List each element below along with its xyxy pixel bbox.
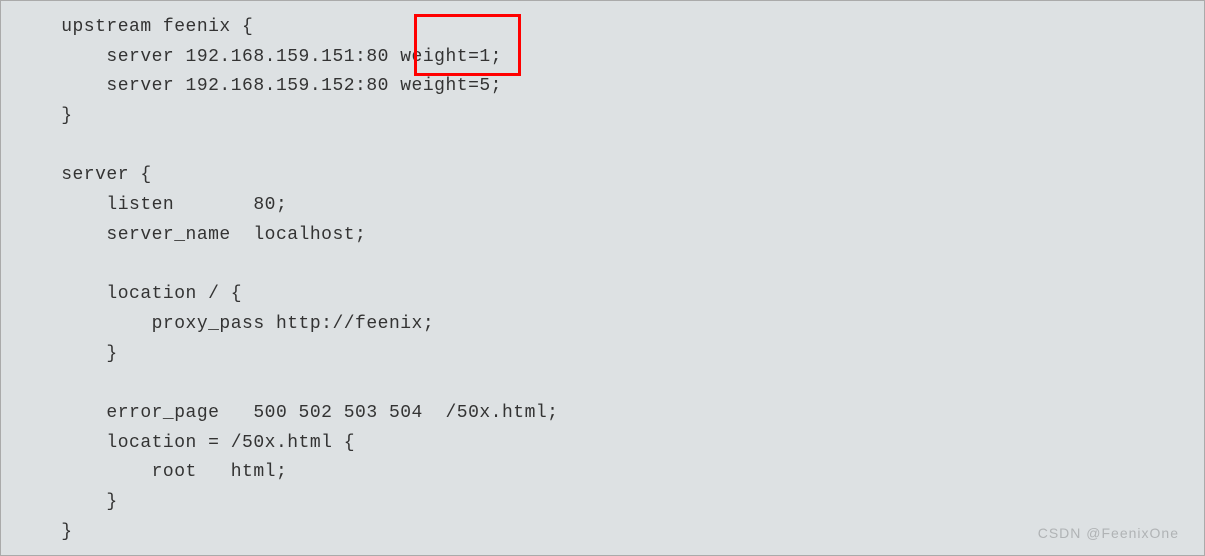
code-line: root html;: [16, 462, 287, 482]
code-line: }: [16, 344, 118, 364]
code-line: proxy_pass http://feenix;: [16, 314, 434, 334]
code-line: server_name localhost;: [16, 225, 366, 245]
csdn-watermark: CSDN @FeenixOne: [1038, 522, 1179, 545]
code-line: location = /50x.html {: [16, 433, 355, 453]
code-line: location / {: [16, 284, 242, 304]
code-line: server 192.168.159.151:80 weight=1;: [16, 47, 502, 67]
code-line: }: [16, 106, 73, 126]
code-line: }: [16, 522, 73, 542]
code-line: listen 80;: [16, 195, 287, 215]
code-line: }: [16, 492, 118, 512]
code-line: server {: [16, 165, 152, 185]
code-line: error_page 500 502 503 504 /50x.html;: [16, 403, 558, 423]
nginx-config-code: upstream feenix { server 192.168.159.151…: [16, 13, 1189, 547]
code-line: upstream feenix {: [16, 17, 253, 37]
code-line: server 192.168.159.152:80 weight=5;: [16, 76, 502, 96]
